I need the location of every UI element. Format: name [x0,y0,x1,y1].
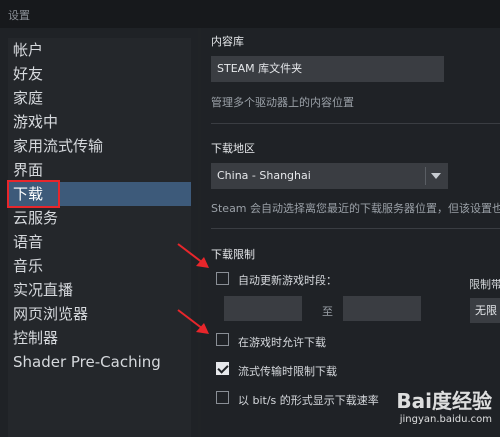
settings-content: 内容库 STEAM 库文件夹 管理多个驱动器上的内容位置 下载地区 China … [201,28,500,437]
throttle-streaming-checkbox[interactable] [216,362,229,375]
auto-update-label: 自动更新游戏时段： [238,274,337,287]
time-separator: 至 [322,305,333,318]
throttle-streaming-label: 流式传输时限制下载 [238,365,337,378]
sidebar-item-interface[interactable]: 界面 [8,158,191,182]
allow-ingame-download-checkbox[interactable] [216,333,229,346]
region-description: Steam 会自动选择离您最近的下载服务器位置，但该设置也 [211,202,500,215]
sidebar-item-controller[interactable]: 控制器 [8,326,191,350]
window-titlebar: 设置 [0,0,500,28]
downloads-highlight-box [7,180,60,208]
section-divider-2 [211,228,500,229]
download-region-value: China - Shanghai [217,169,311,182]
section-divider [211,123,500,124]
sidebar-item-web-browser[interactable]: 网页浏览器 [8,302,191,326]
sidebar-item-family[interactable]: 家庭 [8,86,191,110]
sidebar-item-voice[interactable]: 语音 [8,230,191,254]
allow-ingame-download-label: 在游戏时允许下载 [238,336,326,349]
sidebar-item-account[interactable]: 帐户 [8,38,191,62]
library-section-title: 内容库 [211,35,244,48]
download-region-select[interactable]: China - Shanghai [211,163,448,189]
select-separator [425,167,426,185]
bandwidth-limit-select[interactable]: 无限 [470,298,500,323]
auto-update-start-time[interactable] [224,296,302,321]
bandwidth-limit-label: 限制带 [469,278,500,291]
sidebar-item-friends[interactable]: 好友 [8,62,191,86]
auto-update-checkbox[interactable] [216,272,229,285]
chevron-down-icon [431,173,441,179]
limits-section-title: 下载限制 [211,248,255,261]
window-title: 设置 [8,9,30,22]
auto-update-end-time[interactable] [343,296,421,321]
annotation-arrow-2 [177,309,209,334]
baidu-logo: Bai度经验 [396,389,492,413]
steam-library-folders-button[interactable]: STEAM 库文件夹 [211,56,444,82]
annotation-arrow-1 [177,243,209,268]
show-bits-label: 以 bit/s 的形式显示下载速率 [238,394,379,407]
baidu-url: jingyan.baidu.com [399,414,492,425]
sidebar-item-home-streaming[interactable]: 家用流式传输 [8,134,191,158]
sidebar-item-cloud[interactable]: 云服务 [8,206,191,230]
sidebar-item-music[interactable]: 音乐 [8,254,191,278]
baidu-watermark: Bai度经验 jingyan.baidu.com [396,385,492,425]
sidebar-item-in-game[interactable]: 游戏中 [8,110,191,134]
library-description: 管理多个驱动器上的内容位置 [211,96,354,109]
sidebar-item-broadcasting[interactable]: 实况直播 [8,278,191,302]
show-bits-checkbox[interactable] [216,391,229,404]
region-section-title: 下载地区 [211,142,255,155]
sidebar-item-shader-pre-caching[interactable]: Shader Pre-Caching [8,350,191,374]
